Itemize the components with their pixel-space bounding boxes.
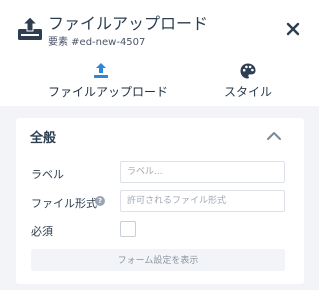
- upload-icon: [94, 63, 108, 78]
- upload-tray-icon: [18, 16, 42, 40]
- element-id: 要素 #ed-new-4507: [48, 37, 146, 48]
- required-label: 必須: [31, 225, 53, 238]
- tab-bar: ファイルアップロード スタイル: [0, 56, 319, 104]
- required-checkbox[interactable]: [120, 221, 136, 237]
- section-title: 全般: [30, 131, 57, 146]
- label-field-label: ラベル: [31, 168, 64, 181]
- tab-style[interactable]: スタイル: [218, 56, 278, 104]
- chevron-up-icon[interactable]: [266, 130, 282, 142]
- close-icon[interactable]: [285, 21, 301, 37]
- panel-title: ファイルアップロード: [48, 14, 209, 33]
- palette-icon: [240, 63, 256, 79]
- show-form-settings-button[interactable]: フォーム設定を表示: [31, 249, 285, 271]
- file-format-input[interactable]: [120, 190, 285, 212]
- help-icon[interactable]: ?: [95, 196, 105, 206]
- tab-style-label: スタイル: [224, 85, 273, 99]
- tab-file-upload-label: ファイルアップロード: [48, 85, 169, 99]
- tab-file-upload[interactable]: ファイルアップロード: [40, 56, 168, 104]
- panel-header: ファイルアップロード 要素 #ed-new-4507: [0, 0, 319, 52]
- file-format-label: ファイル形式: [31, 197, 97, 210]
- label-input[interactable]: [120, 161, 285, 183]
